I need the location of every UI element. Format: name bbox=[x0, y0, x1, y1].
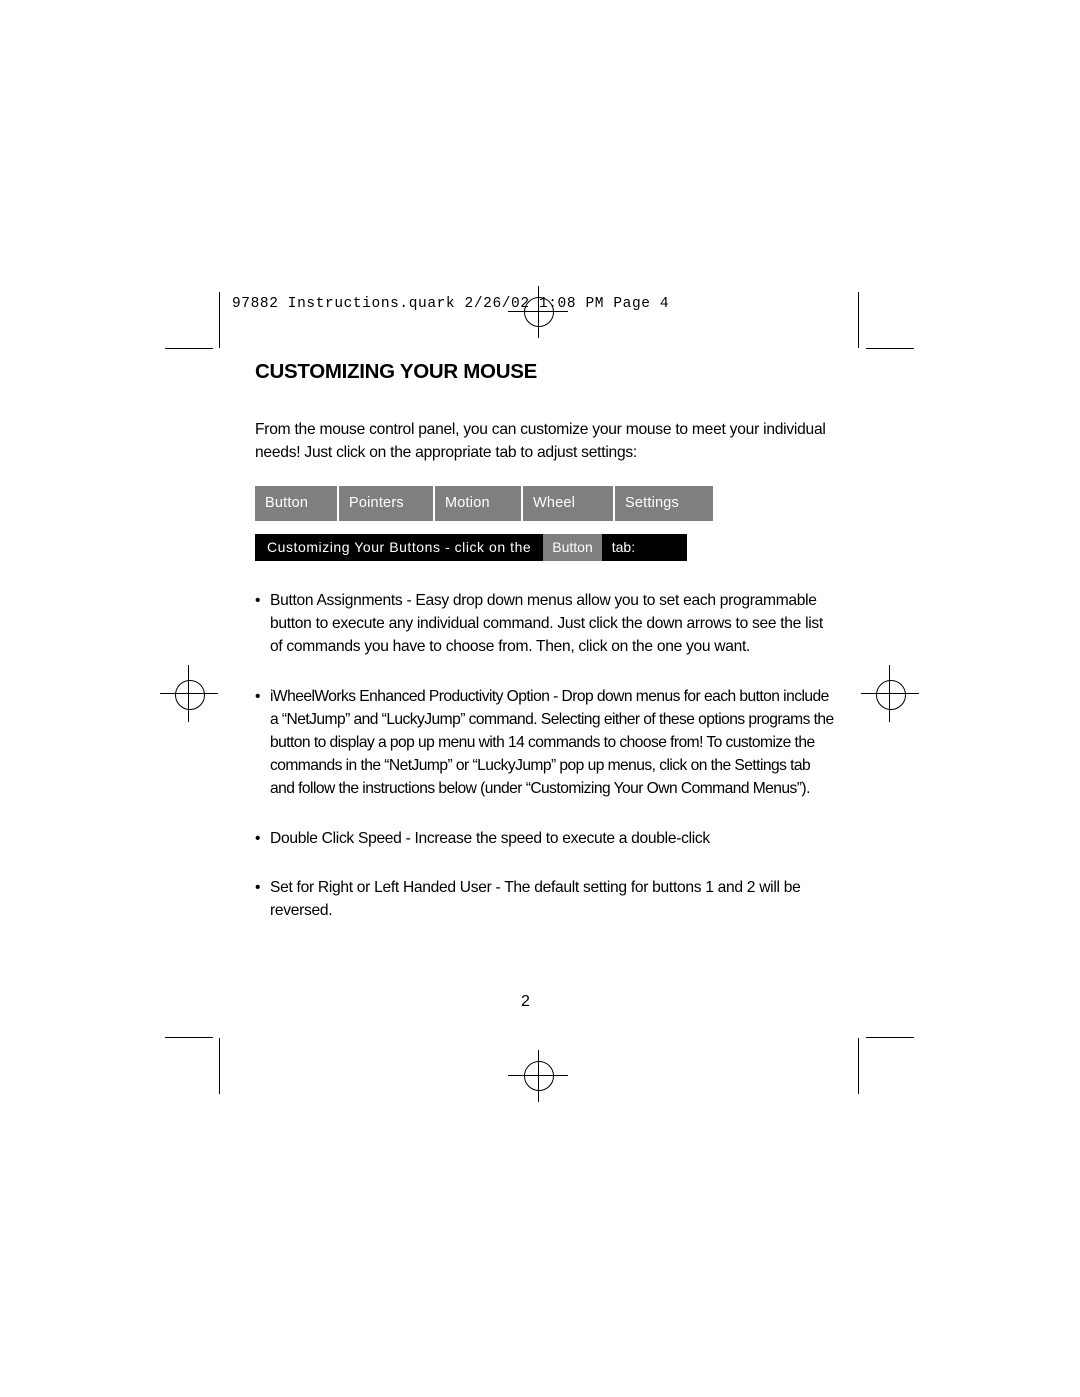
tab-pointers[interactable]: Pointers bbox=[339, 486, 435, 521]
section-caption-bar: Customizing Your Buttons - click on the … bbox=[255, 534, 687, 561]
tab-button[interactable]: Button bbox=[255, 486, 339, 521]
intro-paragraph: From the mouse control panel, you can cu… bbox=[255, 421, 826, 461]
crop-mark-top-right-horizontal bbox=[866, 348, 914, 349]
page-number: 2 bbox=[521, 993, 530, 1010]
list-item: • Double Click Speed - Increase the spee… bbox=[255, 827, 835, 850]
caption-label: Customizing Your Buttons - click on the bbox=[267, 539, 532, 555]
caption-tab-chip: Button bbox=[543, 534, 602, 561]
bullet-dot-icon: • bbox=[255, 878, 261, 896]
bullet-dot-icon: • bbox=[255, 592, 261, 609]
tab-motion[interactable]: Motion bbox=[435, 486, 523, 521]
crop-mark-bottom-left-horizontal bbox=[165, 1037, 213, 1038]
crop-mark-bottom-right-vertical bbox=[858, 1038, 859, 1094]
page-content: CUSTOMIZING YOUR MOUSE From the mouse co… bbox=[255, 360, 835, 948]
list-item-text: iWheelWorks Enhanced Productivity Option… bbox=[270, 687, 834, 798]
page-title: CUSTOMIZING YOUR MOUSE bbox=[255, 360, 537, 383]
list-item-text: Double Click Speed - Increase the speed … bbox=[270, 829, 710, 847]
list-item-text: Set for Right or Left Handed User - The … bbox=[270, 878, 801, 920]
tab-strip: Button Pointers Motion Wheel Settings bbox=[255, 486, 713, 521]
registration-bottom-circle bbox=[524, 1061, 554, 1091]
bullet-dot-icon: • bbox=[255, 829, 261, 847]
crop-mark-bottom-right-horizontal bbox=[866, 1037, 914, 1038]
crop-mark-top-left-horizontal bbox=[165, 348, 213, 349]
tab-wheel[interactable]: Wheel bbox=[523, 486, 615, 521]
list-item: • Set for Right or Left Handed User - Th… bbox=[255, 876, 835, 922]
quark-slug-line: 97882 Instructions.quark 2/26/02 1:08 PM… bbox=[232, 296, 670, 312]
registration-left-circle bbox=[175, 680, 205, 710]
tab-settings[interactable]: Settings bbox=[615, 486, 713, 521]
list-item-text: Button Assignments - Easy drop down menu… bbox=[270, 592, 823, 656]
crop-mark-top-right-vertical bbox=[858, 292, 859, 348]
crop-mark-bottom-left-vertical bbox=[219, 1038, 220, 1094]
bullet-dot-icon: • bbox=[255, 687, 260, 705]
list-item: • Button Assignments - Easy drop down me… bbox=[255, 589, 835, 659]
registration-right-circle bbox=[876, 680, 906, 710]
list-item: • iWheelWorks Enhanced Productivity Opti… bbox=[255, 685, 835, 801]
bullet-list: • Button Assignments - Easy drop down me… bbox=[255, 589, 835, 922]
crop-mark-top-left-vertical bbox=[219, 292, 220, 348]
caption-suffix: tab: bbox=[611, 539, 636, 555]
